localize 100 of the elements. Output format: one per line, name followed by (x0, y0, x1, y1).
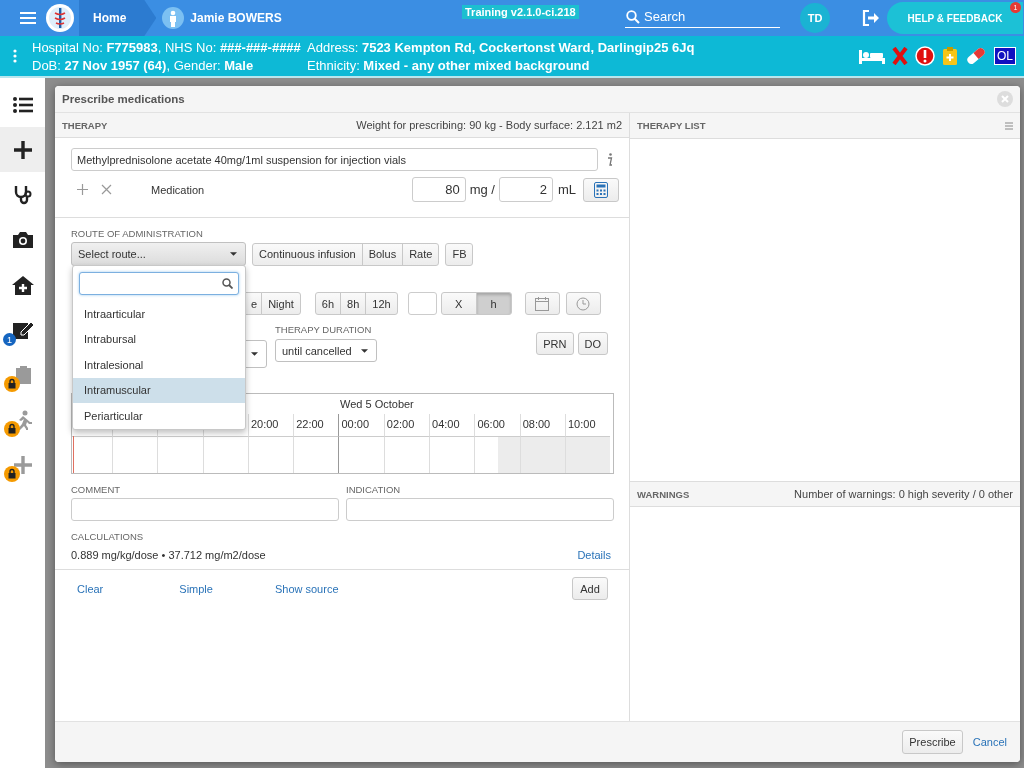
count-badge: 1 (3, 333, 16, 346)
timeline-cell (383, 436, 430, 473)
home-icon[interactable] (11, 274, 34, 295)
field-label: COMMENT (71, 484, 122, 495)
flag-button[interactable]: PRN (536, 332, 574, 355)
camera-icon[interactable] (12, 231, 33, 248)
search-field[interactable]: Search (625, 6, 780, 28)
section-heading: THERAPY (62, 119, 108, 131)
current-time-line (73, 436, 74, 473)
details-link[interactable]: Details (577, 549, 611, 561)
cross-icon[interactable] (892, 47, 908, 65)
duration-select[interactable]: until cancelled (275, 339, 377, 362)
medication-label: Medication (151, 183, 205, 196)
cancel-link[interactable]: Cancel (972, 736, 1007, 748)
lock-icon (4, 466, 20, 482)
time-label: 04:00 (429, 414, 475, 436)
dropdown-option[interactable]: Periarticular (73, 403, 245, 429)
dropdown-option[interactable]: Intrabursal (73, 326, 245, 352)
patient-detail: Address: 7523 Kempton Rd, Cockertonst Ward, Darlingip25 6Jq (307, 39, 695, 55)
timeline-cell (247, 436, 294, 473)
route-option-button[interactable]: Continuous infusion (252, 242, 363, 266)
dialog-title: Prescribe medications (62, 93, 185, 105)
clock-icon (576, 296, 591, 311)
environment-badge: Training v2.1.0-ci.218 (462, 5, 579, 19)
dropdown-search-field[interactable] (79, 272, 239, 295)
weight-info: Weight for prescribing: 90 kg - Body surface: 2.121 m2 (356, 119, 622, 131)
frequency-button[interactable]: Night (261, 292, 301, 315)
route-option-button[interactable]: Rate (402, 242, 440, 266)
timeline-cell (202, 436, 248, 473)
comment-field[interactable] (71, 498, 339, 521)
volume-field[interactable]: 2 (498, 177, 553, 202)
day-label: Wed 5 October (340, 398, 414, 412)
time-label: 22:00 (293, 414, 339, 436)
interval-button[interactable]: 12h (365, 292, 398, 315)
timeline-cell (293, 436, 339, 473)
calendar-icon (535, 296, 550, 311)
timeline-cell (519, 436, 565, 473)
action-link[interactable]: Simple (179, 582, 213, 595)
remove-icon[interactable] (101, 184, 112, 195)
flag-badge[interactable]: OL (994, 47, 1016, 65)
calculation-result: 0.889 mg/kg/dose • 37.712 mg/m2/dose (71, 549, 266, 561)
caret-icon (361, 348, 368, 353)
action-link[interactable]: Show source (274, 582, 339, 595)
dose-field[interactable]: 80 (411, 177, 466, 202)
search-icon (626, 10, 640, 24)
caret-icon (251, 352, 258, 356)
menu-icon[interactable] (20, 12, 36, 24)
add-button[interactable]: Add (572, 577, 608, 600)
warnings-summary: Number of warnings: 0 high severity / 0 other (794, 488, 1013, 500)
indication-field[interactable] (346, 498, 614, 521)
person-icon (162, 7, 185, 29)
action-link[interactable]: Clear (77, 582, 104, 595)
home-button[interactable]: Home (79, 0, 157, 36)
lock-icon (4, 421, 20, 437)
route-option-button[interactable]: Bolus (361, 242, 404, 266)
plus-icon[interactable] (13, 140, 32, 159)
field-label: THERAPY DURATION (275, 324, 373, 335)
patient-detail: Hospital No: F775983, NHS No: ###-###-#### (32, 39, 302, 55)
time-label: 02:00 (383, 414, 430, 436)
dose-unit: mg / (469, 182, 495, 197)
field-label: INDICATION (346, 484, 402, 495)
plus-icon[interactable] (13, 455, 32, 474)
list-icon[interactable] (12, 96, 33, 113)
lock-icon (4, 376, 20, 392)
timeline-cell (564, 436, 611, 473)
info-icon[interactable] (606, 153, 613, 166)
dropdown-option[interactable]: Intramuscular (73, 377, 245, 403)
frequency-field[interactable] (407, 292, 437, 315)
field-label: CALCULATIONS (71, 531, 144, 542)
dropdown-option[interactable]: Intralesional (73, 352, 245, 378)
section-heading: THERAPY LIST (637, 120, 706, 131)
fb-button[interactable]: FB (445, 242, 474, 266)
logout-icon[interactable] (862, 10, 880, 26)
clipboard-icon[interactable] (942, 46, 958, 66)
time-label: 20:00 (247, 414, 294, 436)
volume-unit: mL (557, 182, 576, 197)
time-label: 00:00 (338, 414, 384, 436)
patient-name: Jamie BOWERS (190, 11, 282, 25)
alert-icon[interactable] (915, 46, 935, 66)
stethoscope-icon[interactable] (12, 184, 33, 205)
calendar-button[interactable] (524, 292, 560, 315)
medication-field[interactable]: Methylprednisolone acetate 40mg/1ml suspension for injection vials (71, 148, 598, 171)
timeline-cell (157, 436, 203, 473)
unit-toggle[interactable]: X (440, 292, 477, 315)
prescribe-button[interactable]: Prescribe (902, 730, 963, 754)
patient-detail: DoB: 27 Nov 1957 (64), Gender: Male (32, 57, 255, 73)
timeline-cell (112, 436, 158, 473)
sidebar-item[interactable] (0, 127, 45, 172)
interval-button[interactable]: 6h (314, 292, 342, 315)
logo-icon[interactable] (45, 3, 75, 33)
flag-button[interactable]: DO (577, 332, 608, 355)
sidebar-item[interactable]: 1 (0, 307, 45, 352)
timeline-cell (474, 436, 520, 473)
unit-toggle[interactable]: h (475, 292, 512, 315)
section-heading: WARNINGS (637, 488, 690, 500)
add-icon[interactable] (77, 184, 88, 195)
patient-detail: Ethnicity: Mixed - any other mixed background (307, 57, 591, 73)
calculator-button[interactable] (583, 177, 619, 202)
interval-button[interactable]: 8h (340, 292, 367, 315)
route-select[interactable]: Select route... (71, 242, 246, 266)
